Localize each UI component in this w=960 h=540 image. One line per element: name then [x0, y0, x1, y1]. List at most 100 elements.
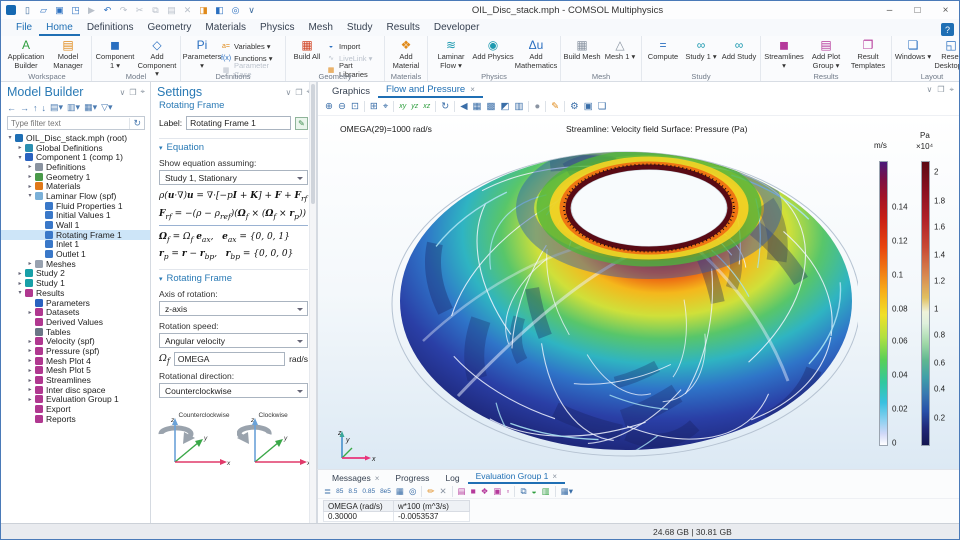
table-format-icon[interactable]: ≣	[324, 486, 331, 497]
zoom-extents-icon[interactable]: ⊞	[370, 101, 378, 112]
tree-item-study-2[interactable]: ▸Study 2	[1, 269, 150, 279]
expander-icon[interactable]: ▸	[26, 338, 34, 345]
expander-icon[interactable]: ▸	[26, 260, 34, 267]
tree-item-mesh-plot-5[interactable]: ▸Mesh Plot 5	[1, 366, 150, 376]
zoom-box-icon[interactable]: ⊡	[351, 101, 359, 112]
tree-item-outlet-1[interactable]: Outlet 1	[1, 249, 150, 259]
expand-all-icon[interactable]: ▦▾	[84, 102, 97, 113]
build-mesh-button[interactable]: ▦ Build Mesh	[563, 37, 601, 62]
redo-button[interactable]: ↷	[116, 3, 131, 18]
tree-item-export[interactable]: Export	[1, 404, 150, 414]
section-rotating-frame[interactable]: ▾Rotating Frame	[159, 269, 308, 284]
update-results-icon[interactable]: ◎	[409, 486, 416, 497]
tab-file[interactable]: File	[9, 20, 39, 36]
table-row[interactable]: 0.30000 -0.0053537	[324, 512, 470, 522]
tab-flow-and-pressure[interactable]: Flow and Pressure×	[378, 82, 483, 98]
expander-icon[interactable]: ▸	[26, 377, 34, 384]
tree-item-component-1[interactable]: ▾Component 1 (comp 1)	[1, 152, 150, 162]
chevron-down-icon[interactable]: ∨	[926, 85, 932, 95]
maximize-button[interactable]: □	[904, 1, 931, 19]
minimize-button[interactable]: –	[876, 1, 903, 19]
model-manager-button[interactable]: ▤ Model Manager	[47, 37, 89, 70]
tree-item-results[interactable]: ▾Results	[1, 288, 150, 298]
color-table-icon[interactable]: ▦	[473, 101, 482, 112]
scientific-notation-icon[interactable]: 8e5	[380, 488, 391, 495]
tab-messages[interactable]: Messages×	[324, 472, 387, 484]
equation-study-select[interactable]: Study 1, Stationary	[159, 170, 308, 185]
filter-icon[interactable]: ▽▾	[101, 102, 112, 113]
build-all-button[interactable]: ▦ Build All	[288, 37, 326, 62]
environment-icon[interactable]: ▩	[487, 101, 496, 112]
run-button[interactable]: ▶	[84, 3, 99, 18]
lock-axes-icon[interactable]: ●	[534, 101, 540, 112]
expander-icon[interactable]: ▸	[26, 367, 34, 374]
export-table-icon[interactable]: ◒	[532, 486, 537, 496]
tab-log[interactable]: Log	[437, 472, 467, 484]
tree-item-initial-values-1[interactable]: Initial Values 1	[1, 211, 150, 221]
tree-item-evaluation-group-1[interactable]: ▸Evaluation Group 1	[1, 395, 150, 405]
full-precision-icon[interactable]: 85	[336, 488, 343, 495]
tree-item-study-1[interactable]: ▸Study 1	[1, 278, 150, 288]
expander-icon[interactable]: ▸	[26, 396, 34, 403]
settings-scrollbar[interactable]	[309, 82, 316, 523]
save-as-button[interactable]: ◳	[68, 3, 83, 18]
expander-icon[interactable]: ▾	[6, 134, 14, 141]
rotate-view-icon[interactable]: ↻	[441, 101, 449, 112]
back-icon[interactable]: ←	[7, 103, 16, 113]
cut-button[interactable]: ✂	[132, 3, 147, 18]
tab-geometry[interactable]: Geometry	[141, 20, 199, 36]
tab-physics[interactable]: Physics	[253, 20, 301, 36]
tree-item-global-definitions[interactable]: ▸Global Definitions	[1, 143, 150, 153]
tree-item-parameters[interactable]: Parameters	[1, 298, 150, 308]
show-options-icon[interactable]: ▤▾	[50, 102, 63, 113]
tree-item-derived-values[interactable]: Derived Values	[1, 317, 150, 327]
tree-item-streamlines[interactable]: ▸Streamlines	[1, 375, 150, 385]
delete-button[interactable]: ✕	[180, 3, 195, 18]
tab-developer[interactable]: Developer	[427, 20, 487, 36]
rename-icon[interactable]: ✎	[295, 117, 308, 130]
parameters-button[interactable]: Pi Parameters ▾	[183, 37, 221, 70]
tab-progress[interactable]: Progress	[387, 472, 437, 484]
expander-icon[interactable]: ▸	[16, 144, 24, 151]
undo-button[interactable]: ↶	[100, 3, 115, 18]
section-equation[interactable]: ▾Equation	[159, 138, 308, 153]
add-material-button[interactable]: ❖ Add Material	[387, 37, 425, 70]
expander-icon[interactable]: ▾	[16, 289, 24, 296]
transparency-icon[interactable]: ◩	[500, 101, 509, 112]
tree-item-inlet-1[interactable]: Inlet 1	[1, 240, 150, 250]
float-panel-icon[interactable]: ❐	[129, 88, 136, 97]
tree-item-root[interactable]: ▾OIL_Disc_stack.mph (root)	[1, 133, 150, 143]
close-button[interactable]: ×	[932, 1, 959, 19]
tab-home[interactable]: Home	[39, 20, 80, 36]
view-xy-icon[interactable]: xy	[399, 103, 406, 110]
tab-mesh[interactable]: Mesh	[301, 20, 339, 36]
result-templates-button[interactable]: ❐ Result Templates	[847, 37, 889, 70]
tree-item-meshes[interactable]: ▸Meshes	[1, 259, 150, 269]
open-in-excel-icon[interactable]: ▥	[542, 486, 550, 497]
tree-item-laminar-flow[interactable]: ▾Laminar Flow (spf)	[1, 191, 150, 201]
tab-graphics-window[interactable]: Graphics	[324, 84, 378, 98]
zoom-out-icon[interactable]: ⊖	[338, 101, 346, 112]
tree-item-mesh-plot-4[interactable]: ▸Mesh Plot 4	[1, 356, 150, 366]
export-plot-icon[interactable]: ▣	[493, 486, 501, 497]
windows-button[interactable]: ❏ Windows ▾	[894, 37, 932, 62]
copy-button[interactable]: ⧉	[148, 3, 163, 18]
expander-icon[interactable]: ▸	[26, 386, 34, 393]
view-xz-icon[interactable]: xz	[423, 103, 430, 110]
streamlines-button[interactable]: ◼ Streamlines ▾	[763, 37, 805, 70]
study-1-button[interactable]: ∞ Study 1 ▾	[682, 37, 720, 62]
open-file-button[interactable]: ▱	[36, 3, 51, 18]
tree-item-datasets[interactable]: ▸Datasets	[1, 307, 150, 317]
decimal-notation-icon[interactable]: 0.85	[362, 488, 375, 495]
tree-item-wall-1[interactable]: Wall 1	[1, 220, 150, 230]
chevron-down-icon[interactable]: ∨	[119, 88, 125, 97]
copy-table-icon[interactable]: ⧉	[520, 486, 526, 497]
tree-item-definitions[interactable]: ▸Definitions	[1, 162, 150, 172]
angular-velocity-input[interactable]	[174, 352, 285, 366]
customize-quick-access-button[interactable]: ∨	[244, 3, 259, 18]
pin-icon[interactable]: ⌖	[949, 85, 954, 95]
expander-icon[interactable]: ▸	[26, 183, 34, 190]
wireframe-icon[interactable]: ▥	[514, 101, 523, 112]
tab-evaluation-group-1[interactable]: Evaluation Group 1×	[468, 470, 565, 484]
open-from-model-manager-button[interactable]: ◨	[196, 3, 211, 18]
